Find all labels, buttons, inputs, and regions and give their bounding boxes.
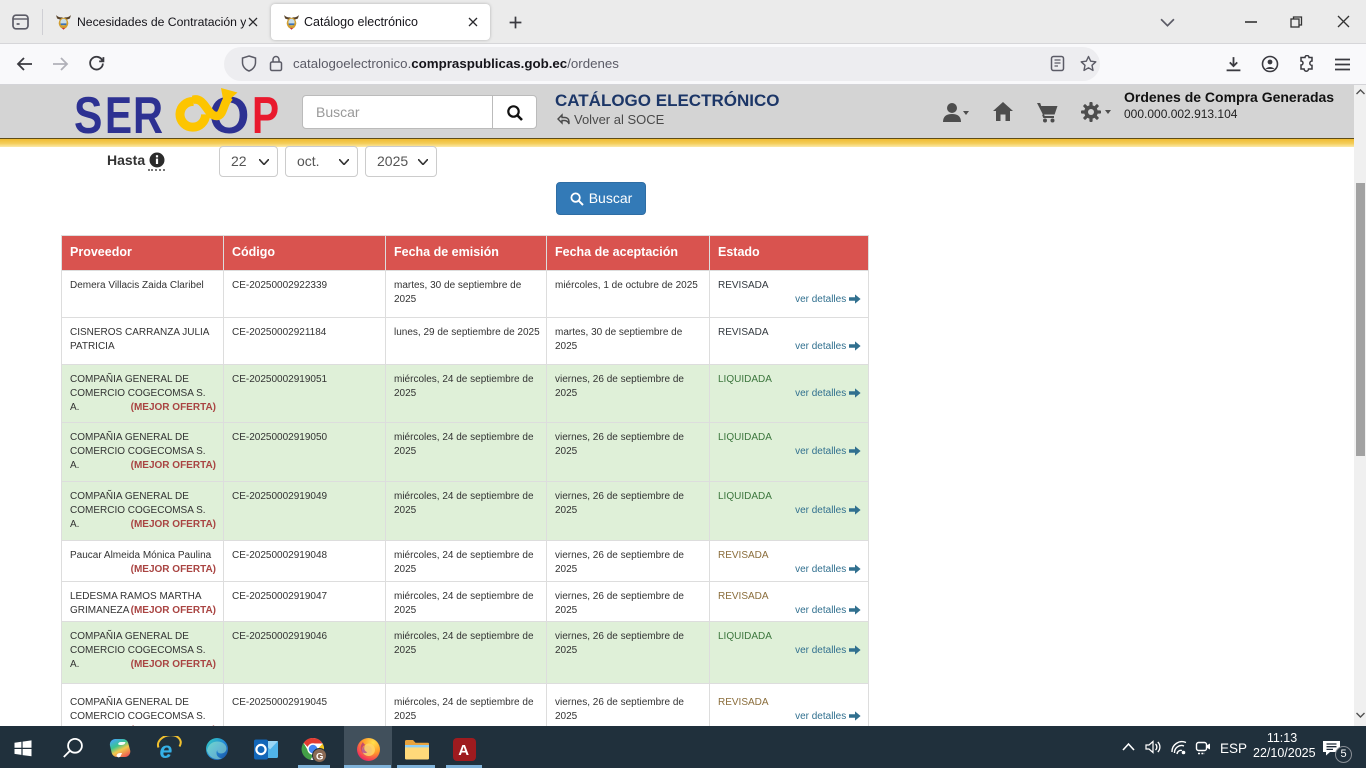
svg-text:S: S [74, 87, 102, 138]
svg-text:P: P [252, 86, 279, 138]
svg-text:E: E [105, 86, 132, 138]
svg-text:e: e [160, 737, 173, 763]
svg-text:G: G [316, 752, 323, 763]
svg-text:A: A [458, 742, 469, 759]
svg-text:R: R [133, 86, 163, 138]
